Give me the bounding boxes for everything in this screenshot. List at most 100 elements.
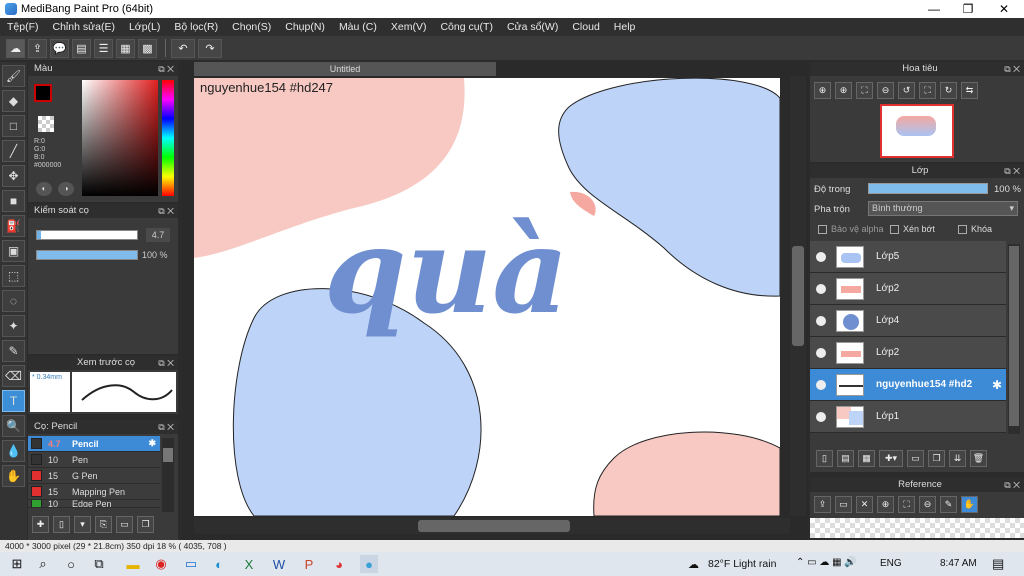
menu-snap[interactable]: Chụp(N) xyxy=(278,21,332,33)
menu-window[interactable]: Cửa sổ(W) xyxy=(500,21,565,33)
clipping-checkbox[interactable]: Xén bớt xyxy=(890,224,935,235)
hand-tool-icon[interactable]: ✋ xyxy=(2,465,25,487)
menu-tools[interactable]: Công cụ(T) xyxy=(433,21,500,33)
drawing-canvas[interactable]: quà nguyenhue154 #hd247 xyxy=(194,78,780,516)
new-8bit-layer-icon[interactable]: ▦ xyxy=(858,450,875,467)
medibang-taskbar-icon[interactable]: ● xyxy=(360,555,378,573)
list-icon[interactable]: ☰ xyxy=(94,38,113,58)
layer-row[interactable]: Lớp2 xyxy=(810,337,1006,369)
brush-item-mapping-pen[interactable]: 15 Mapping Pen xyxy=(28,484,160,500)
search-icon[interactable]: ⌕ xyxy=(34,555,52,573)
bucket-tool-icon[interactable]: ⛽ xyxy=(2,215,25,237)
layer-row-selected[interactable]: nguyenhue154 #hd2 ✱ xyxy=(810,369,1006,401)
fit-icon[interactable]: ⛶ xyxy=(898,496,915,513)
color-wheel-icon[interactable]: ◑ xyxy=(58,182,74,196)
gradient-tool-icon[interactable]: ▣ xyxy=(2,240,25,262)
new-halftone-layer-icon[interactable]: ▤ xyxy=(837,450,854,467)
brush-item-pencil[interactable]: 4.7 Pencil ✱ xyxy=(28,436,160,452)
display-icon[interactable]: ▭ xyxy=(182,555,200,573)
fit-screen-icon[interactable]: ⛶ xyxy=(856,82,873,99)
redo-icon[interactable]: ↷ xyxy=(198,38,222,58)
eye-icon[interactable] xyxy=(816,347,826,358)
chrome-icon[interactable]: ◕ xyxy=(330,555,348,573)
hand-icon[interactable]: ✋ xyxy=(961,496,978,513)
cloud-icon[interactable]: ☁ xyxy=(6,38,25,58)
eye-icon[interactable] xyxy=(816,379,826,390)
cortana-icon[interactable]: ○ xyxy=(62,555,80,573)
task-view-icon[interactable]: ⧉ xyxy=(90,555,108,573)
layer-row[interactable]: Lớp4 xyxy=(810,305,1006,337)
panel-close-icon[interactable]: ⧉ ✕ xyxy=(1004,62,1020,76)
duplicate-layer-icon[interactable]: ❐ xyxy=(928,450,945,467)
brush-item-g-pen[interactable]: 15 G Pen xyxy=(28,468,160,484)
protect-alpha-checkbox[interactable]: Bảo vệ alpha xyxy=(818,224,884,235)
new-file-icon[interactable]: ▯ xyxy=(53,516,70,533)
folder-icon[interactable]: ▭ xyxy=(907,450,924,467)
layer-opacity-slider[interactable] xyxy=(868,183,988,194)
canvas-vertical-scrollbar[interactable] xyxy=(790,76,806,516)
layer-row[interactable]: Lớp5 xyxy=(810,241,1006,273)
maximize-button[interactable]: ❐ xyxy=(950,0,986,18)
app-icon[interactable]: ◉ xyxy=(152,555,170,573)
eye-icon[interactable] xyxy=(816,411,826,422)
menu-filter[interactable]: Bộ lọc(R) xyxy=(167,21,225,33)
menu-view[interactable]: Xem(V) xyxy=(384,21,434,33)
eyedropper-icon[interactable]: ✎ xyxy=(940,496,957,513)
word-icon[interactable]: W xyxy=(270,555,288,573)
menu-select[interactable]: Chọn(S) xyxy=(225,21,278,33)
lock-checkbox[interactable]: Khóa xyxy=(958,224,992,235)
panel-close-icon[interactable]: ⧉ ✕ xyxy=(158,204,174,218)
zoom-in-icon[interactable]: ⊕ xyxy=(814,82,831,99)
share-icon[interactable]: ⇪ xyxy=(28,38,47,58)
eye-icon[interactable] xyxy=(816,315,826,326)
menu-file[interactable]: Tệp(F) xyxy=(0,21,46,33)
eye-icon[interactable] xyxy=(816,251,826,262)
brush-size-slider[interactable] xyxy=(36,230,138,240)
fill-rect-tool-icon[interactable]: ■ xyxy=(2,190,25,212)
saturation-value-picker[interactable] xyxy=(82,80,158,196)
upload-icon[interactable]: ⇪ xyxy=(814,496,831,513)
copy-brush-icon[interactable]: ⎘ xyxy=(95,516,112,533)
close-icon[interactable]: ✕ xyxy=(856,496,873,513)
zoom-plus-icon[interactable]: ⊕ xyxy=(835,82,852,99)
select-rect-tool-icon[interactable]: ⬚ xyxy=(2,265,25,287)
add-brush-icon[interactable]: ✚ xyxy=(32,516,49,533)
rotate-right-icon[interactable]: ↻ xyxy=(940,82,957,99)
reference-view[interactable] xyxy=(810,518,1024,538)
foreground-color-swatch[interactable] xyxy=(34,84,52,102)
menu-cloud[interactable]: Cloud xyxy=(565,21,606,33)
line-tool-icon[interactable]: ╱ xyxy=(2,140,25,162)
rotate-left-icon[interactable]: ↺ xyxy=(898,82,915,99)
clock[interactable]: 8:47 AM xyxy=(940,558,977,569)
minimize-button[interactable]: — xyxy=(916,0,952,18)
windows-start-icon[interactable]: ⊞ xyxy=(8,555,26,573)
layer-list-scrollbar[interactable] xyxy=(1008,244,1020,434)
brush-item-pen[interactable]: 10 Pen xyxy=(28,452,160,468)
zoom-out-icon[interactable]: ⊖ xyxy=(877,82,894,99)
duplicate-icon[interactable]: ❐ xyxy=(137,516,154,533)
menu-color[interactable]: Màu (C) xyxy=(332,21,384,33)
transparent-swatch[interactable] xyxy=(38,116,54,132)
eye-icon[interactable] xyxy=(816,283,826,294)
document-tab[interactable]: Untitled xyxy=(194,62,496,76)
layer-row[interactable]: Lớp1 xyxy=(810,401,1006,433)
panel-close-icon[interactable]: ⧉ ✕ xyxy=(1004,164,1020,178)
tray-icons[interactable]: ⌃ ▭ ☁ ▦ 🔊 xyxy=(796,557,857,568)
panel-close-icon[interactable]: ⧉ ✕ xyxy=(158,62,174,76)
gear-icon[interactable]: ✱ xyxy=(148,438,156,449)
canvas-horizontal-scrollbar[interactable] xyxy=(194,518,790,534)
brush-opacity-slider[interactable] xyxy=(36,250,138,260)
powerpoint-icon[interactable]: P xyxy=(300,555,318,573)
eraser-tool-icon[interactable]: ◆ xyxy=(2,90,25,112)
brush-tool-icon[interactable]: 🖌 xyxy=(2,65,25,87)
menu-layer[interactable]: Lớp(L) xyxy=(122,21,167,33)
panel-close-icon[interactable]: ⧉ ✕ xyxy=(158,420,174,434)
menu-help[interactable]: Help xyxy=(607,21,643,33)
palette-icon[interactable]: ◐ xyxy=(36,182,52,196)
add-layer-menu-icon[interactable]: ✚▾ xyxy=(879,450,903,467)
zoom-tool-icon[interactable]: 🔍 xyxy=(2,415,25,437)
magic-wand-tool-icon[interactable]: ✦ xyxy=(2,315,25,337)
shape-tool-icon[interactable]: □ xyxy=(2,115,25,137)
flip-icon[interactable]: ⇆ xyxy=(961,82,978,99)
layers-icon[interactable]: ▦ xyxy=(116,38,135,58)
